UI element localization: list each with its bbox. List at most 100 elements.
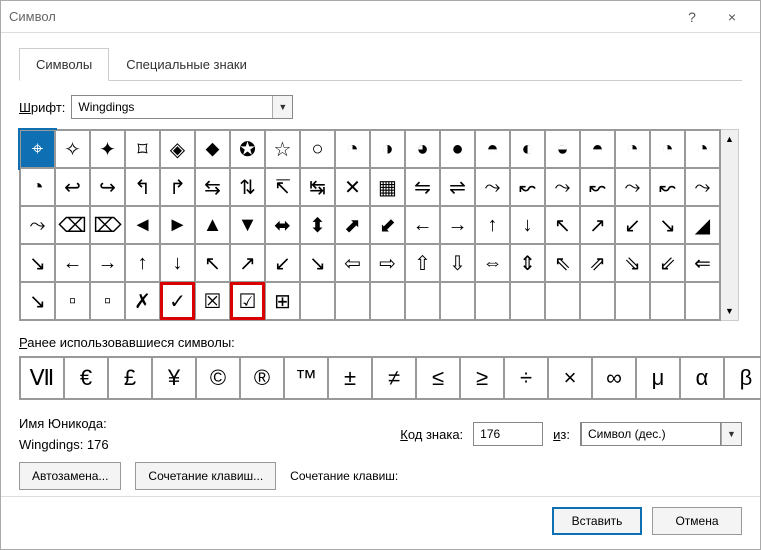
autocorrect-button[interactable]: Автозамена... xyxy=(19,462,121,490)
symbol-cell[interactable]: ↹ xyxy=(300,168,335,206)
symbol-cell[interactable]: ☆ xyxy=(265,130,300,168)
help-button[interactable]: ? xyxy=(672,2,712,32)
recent-cell[interactable]: ¥ xyxy=(152,357,196,399)
symbol-cell[interactable] xyxy=(300,282,335,320)
symbol-cell[interactable]: ◓ xyxy=(580,130,615,168)
insert-button[interactable]: Вставить xyxy=(552,507,642,535)
recent-cell[interactable]: × xyxy=(548,357,592,399)
symbol-cell[interactable]: → xyxy=(90,244,125,282)
symbol-cell[interactable]: ⇅ xyxy=(230,168,265,206)
recent-cell[interactable]: £ xyxy=(108,357,152,399)
symbol-cell[interactable] xyxy=(475,282,510,320)
grid-scrollbar[interactable]: ▲ ▼ xyxy=(721,129,739,321)
symbol-cell[interactable]: ◑ xyxy=(370,130,405,168)
symbol-cell[interactable] xyxy=(510,282,545,320)
symbol-cell[interactable]: ↜ xyxy=(650,168,685,206)
symbol-cell[interactable]: ← xyxy=(405,206,440,244)
symbol-cell[interactable]: ↰ xyxy=(125,168,160,206)
recent-cell[interactable]: α xyxy=(680,357,724,399)
symbol-cell[interactable]: ↱ xyxy=(160,168,195,206)
recent-cell[interactable]: μ xyxy=(636,357,680,399)
symbol-cell[interactable] xyxy=(615,282,650,320)
chevron-down-icon[interactable]: ▼ xyxy=(272,96,292,118)
symbol-cell[interactable]: ◒ xyxy=(545,130,580,168)
symbol-cell[interactable]: ⌑ xyxy=(125,130,160,168)
recent-cell[interactable]: ∞ xyxy=(592,357,636,399)
symbol-cell[interactable]: ↑ xyxy=(125,244,160,282)
symbol-cell[interactable]: ◔ xyxy=(20,168,55,206)
symbol-cell[interactable]: ⌖ xyxy=(20,130,55,168)
from-select[interactable]: ▼ xyxy=(580,422,742,446)
symbol-cell[interactable]: ↖ xyxy=(195,244,230,282)
recent-cell[interactable]: € xyxy=(64,357,108,399)
symbol-cell[interactable]: ⤳ xyxy=(20,206,55,244)
symbol-cell[interactable]: ↗ xyxy=(580,206,615,244)
symbol-cell[interactable]: ◓ xyxy=(475,130,510,168)
scroll-down-icon[interactable]: ▼ xyxy=(721,302,738,320)
symbol-cell[interactable]: ⤳ xyxy=(615,168,650,206)
recent-cell[interactable]: β xyxy=(724,357,761,399)
symbol-cell[interactable]: ⬌ xyxy=(265,206,300,244)
symbol-cell[interactable]: ▲ xyxy=(195,206,230,244)
symbol-cell[interactable] xyxy=(440,282,475,320)
symbol-cell[interactable]: ⬍ xyxy=(300,206,335,244)
symbol-cell[interactable]: ✗ xyxy=(125,282,160,320)
symbol-cell[interactable]: ☑ xyxy=(230,282,265,320)
symbol-cell[interactable] xyxy=(650,282,685,320)
symbol-cell[interactable]: ◔ xyxy=(335,130,370,168)
symbol-cell[interactable]: ⤳ xyxy=(475,168,510,206)
symbol-cell[interactable]: ↙ xyxy=(615,206,650,244)
recent-cell[interactable]: ≠ xyxy=(372,357,416,399)
symbol-cell[interactable]: ⇦ xyxy=(335,244,370,282)
symbol-cell[interactable]: ◈ xyxy=(160,130,195,168)
symbol-cell[interactable]: ↸ xyxy=(265,168,300,206)
symbol-cell[interactable]: ↑ xyxy=(475,206,510,244)
symbol-cell[interactable]: ◔ xyxy=(650,130,685,168)
recent-cell[interactable]: ® xyxy=(240,357,284,399)
shortcut-button[interactable]: Сочетание клавиш... xyxy=(135,462,276,490)
symbol-cell[interactable]: ⇩ xyxy=(440,244,475,282)
symbol-cell[interactable]: ↓ xyxy=(160,244,195,282)
symbol-cell[interactable]: ◐ xyxy=(510,130,545,168)
symbol-cell[interactable]: ↪ xyxy=(90,168,125,206)
symbol-cell[interactable]: ○ xyxy=(300,130,335,168)
symbol-cell[interactable]: ✧ xyxy=(55,130,90,168)
symbol-cell[interactable]: ✕ xyxy=(335,168,370,206)
symbol-cell[interactable]: ⇋ xyxy=(405,168,440,206)
symbol-cell[interactable]: ↙ xyxy=(265,244,300,282)
symbol-cell[interactable]: ▫ xyxy=(90,282,125,320)
tab-special-chars[interactable]: Специальные знаки xyxy=(109,48,264,81)
symbol-cell[interactable] xyxy=(685,282,720,320)
symbol-cell[interactable]: ✪ xyxy=(230,130,265,168)
symbol-cell[interactable]: ↓ xyxy=(510,206,545,244)
symbol-cell[interactable]: ↗ xyxy=(230,244,265,282)
symbol-cell[interactable]: ⊞ xyxy=(265,282,300,320)
symbol-cell[interactable]: ⇧ xyxy=(405,244,440,282)
recent-cell[interactable]: ≤ xyxy=(416,357,460,399)
symbol-cell[interactable]: ◢ xyxy=(685,206,720,244)
symbol-cell[interactable]: ⇔ xyxy=(475,244,510,282)
symbol-cell[interactable]: ● xyxy=(440,130,475,168)
symbol-cell[interactable]: ▫ xyxy=(55,282,90,320)
symbol-cell[interactable]: ⬥ xyxy=(195,130,230,168)
symbol-cell[interactable]: ✓ xyxy=(160,282,195,320)
recent-cell[interactable]: ≥ xyxy=(460,357,504,399)
symbol-cell[interactable] xyxy=(580,282,615,320)
symbol-cell[interactable]: → xyxy=(440,206,475,244)
symbol-cell[interactable]: ⌫ xyxy=(55,206,90,244)
symbol-cell[interactable]: ⤳ xyxy=(545,168,580,206)
symbol-cell[interactable]: ↘ xyxy=(20,282,55,320)
symbol-cell[interactable]: ✦ xyxy=(90,130,125,168)
font-select[interactable]: ▼ xyxy=(71,95,293,119)
tab-symbols[interactable]: Символы xyxy=(19,48,109,81)
symbol-cell[interactable]: ⇕ xyxy=(510,244,545,282)
symbol-cell[interactable]: ↖ xyxy=(545,206,580,244)
font-input[interactable] xyxy=(72,96,272,118)
symbol-cell[interactable]: ⇗ xyxy=(580,244,615,282)
symbol-cell[interactable]: ↜ xyxy=(510,168,545,206)
symbol-cell[interactable]: ⌦ xyxy=(90,206,125,244)
symbol-cell[interactable]: ⇙ xyxy=(650,244,685,282)
recent-cell[interactable]: ™ xyxy=(284,357,328,399)
symbol-cell[interactable]: ▦ xyxy=(370,168,405,206)
symbol-cell[interactable]: ⤳ xyxy=(685,168,720,206)
